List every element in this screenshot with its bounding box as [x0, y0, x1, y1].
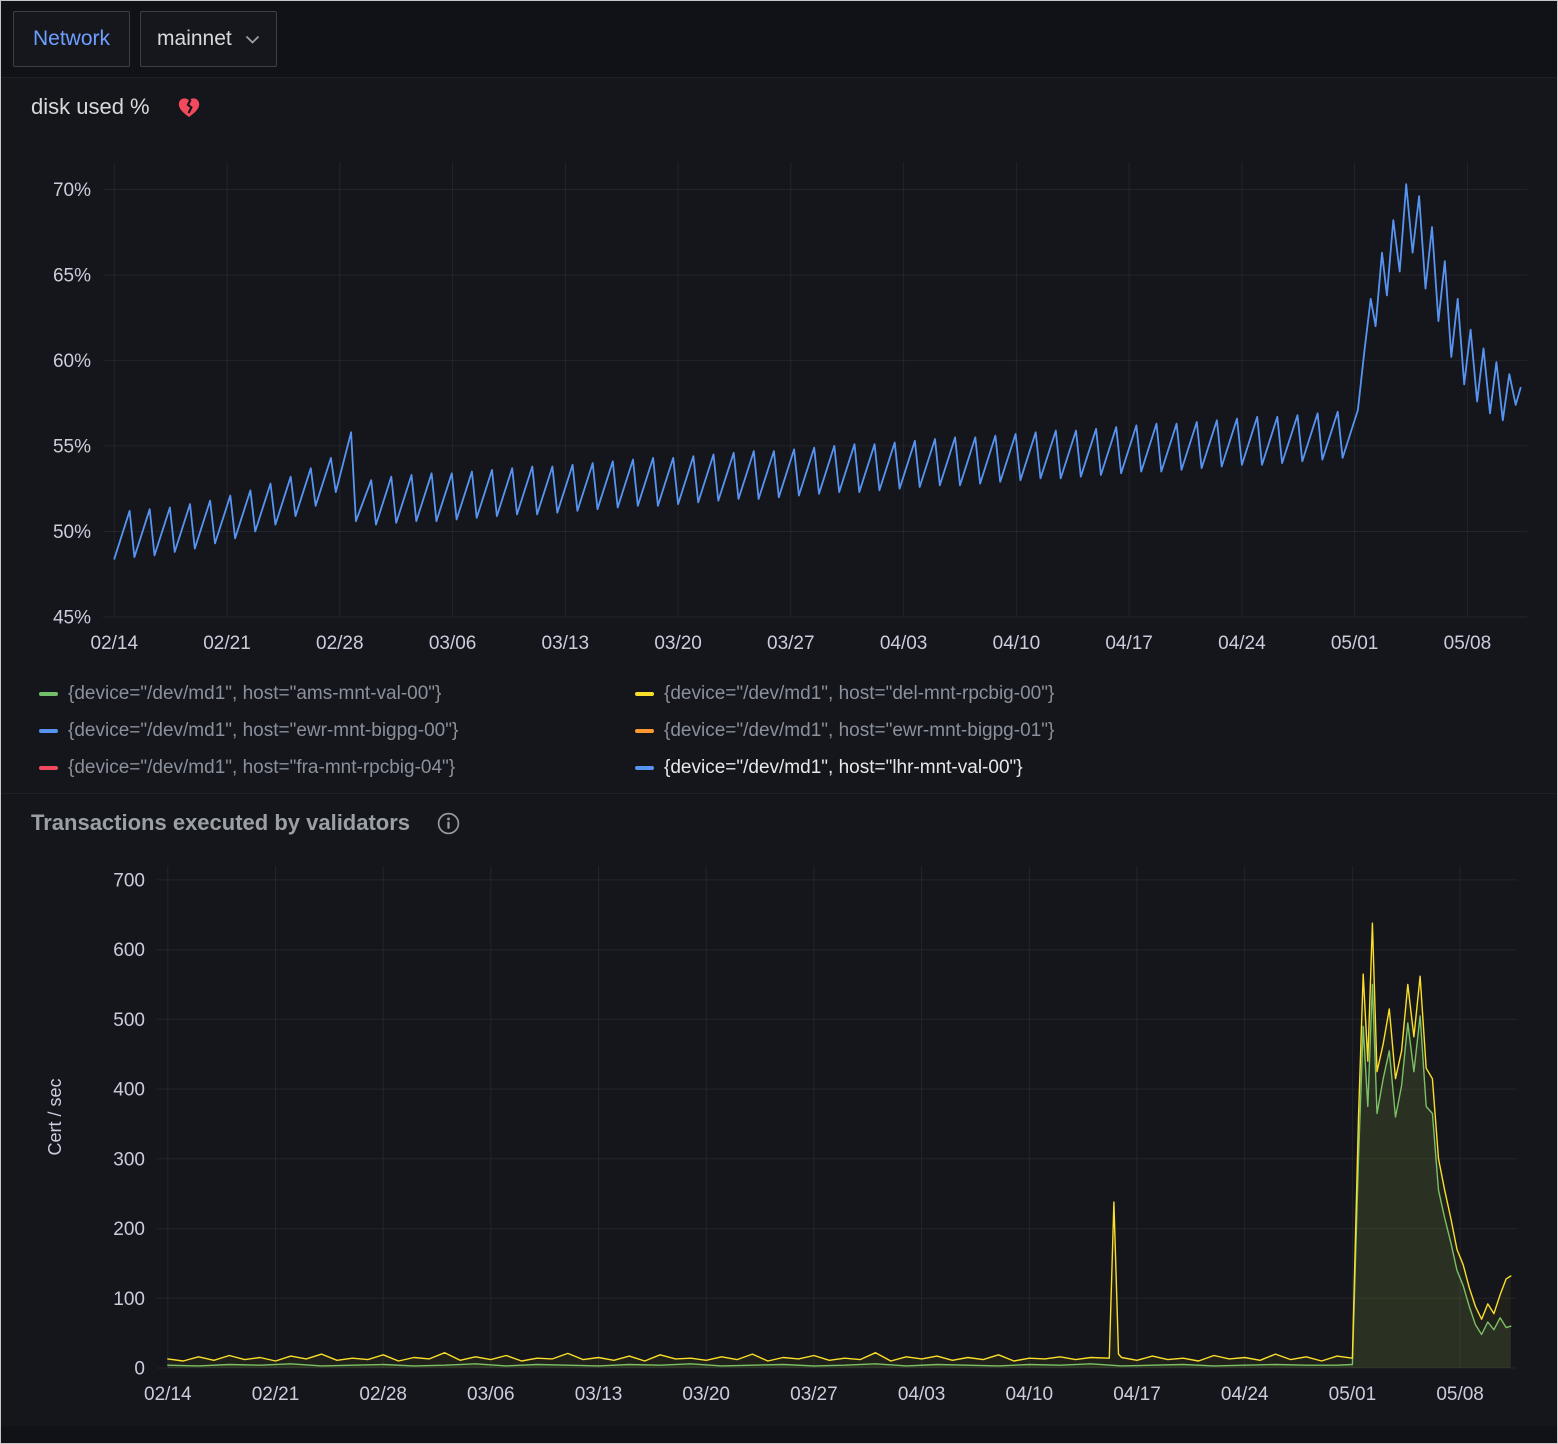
svg-text:200: 200 [113, 1219, 145, 1240]
svg-text:70%: 70% [53, 180, 91, 201]
alerting-broken-heart-icon [176, 94, 202, 120]
y-axis-labels: 45% 50% 55% 60% 65% 70% [53, 180, 91, 629]
legend-series-color [635, 766, 654, 770]
legend-item-2[interactable]: {device="/dev/md1", host="ewr-mnt-bigpg-… [39, 720, 635, 742]
svg-text:03/06: 03/06 [467, 1384, 515, 1405]
legend-item-1[interactable]: {device="/dev/md1", host="del-mnt-rpcbig… [635, 683, 1541, 705]
legend-series-color [635, 729, 654, 733]
legend-series-color [39, 692, 58, 696]
network-variable-dropdown[interactable]: mainnet [140, 11, 277, 67]
x-axis-labels: 02/14 02/21 02/28 03/06 03/13 03/20 03/27 04/03… [91, 633, 1492, 654]
legend-item-4[interactable]: {device="/dev/md1", host="fra-mnt-rpcbig… [39, 757, 635, 779]
svg-text:05/01: 05/01 [1331, 633, 1379, 654]
series-line-1 [168, 923, 1511, 1361]
network-variable-label: Network [13, 11, 130, 67]
svg-text:500: 500 [113, 1010, 145, 1031]
svg-text:02/14: 02/14 [91, 633, 139, 654]
legend-series-label: {device="/dev/md1", host="ewr-mnt-bigpg-… [664, 720, 1054, 742]
svg-text:04/10: 04/10 [993, 633, 1041, 654]
dashboard-controls: Network mainnet [1, 1, 1557, 77]
svg-text:04/17: 04/17 [1113, 1384, 1161, 1405]
svg-text:03/20: 03/20 [682, 1384, 730, 1405]
svg-text:03/13: 03/13 [575, 1384, 623, 1405]
gridlines [103, 162, 1527, 617]
svg-text:04/24: 04/24 [1221, 1384, 1269, 1405]
disk-used-chart[interactable]: 45% 50% 55% 60% 65% 70% 02/14 02/21 02/28 03/06 03… [17, 126, 1543, 671]
svg-text:04/03: 04/03 [898, 1384, 946, 1405]
svg-text:50%: 50% [53, 522, 91, 543]
panel-disk-used-header: disk used % [17, 86, 1541, 126]
svg-text:03/06: 03/06 [429, 633, 477, 654]
legend-series-color [39, 729, 58, 733]
network-variable-value: mainnet [157, 27, 232, 51]
svg-text:03/20: 03/20 [654, 633, 702, 654]
chevron-down-icon [245, 35, 260, 44]
legend-series-label: {device="/dev/md1", host="del-mnt-rpcbig… [664, 683, 1054, 705]
svg-text:100: 100 [113, 1289, 145, 1310]
svg-text:05/08: 05/08 [1444, 633, 1492, 654]
y-axis-title: Cert / sec [45, 1078, 65, 1155]
series-area-1 [168, 923, 1511, 1368]
svg-text:600: 600 [113, 940, 145, 961]
svg-text:02/21: 02/21 [203, 633, 251, 654]
series-area-0 [168, 985, 1511, 1369]
svg-text:0: 0 [134, 1359, 145, 1380]
legend-item-3[interactable]: {device="/dev/md1", host="ewr-mnt-bigpg-… [635, 720, 1541, 742]
svg-text:02/28: 02/28 [316, 633, 364, 654]
panel-title-disk-used[interactable]: disk used % [31, 94, 150, 120]
svg-text:60%: 60% [53, 351, 91, 372]
svg-text:45%: 45% [53, 608, 91, 629]
svg-text:700: 700 [113, 870, 145, 891]
legend-series-label: {device="/dev/md1", host="ewr-mnt-bigpg-… [68, 720, 458, 742]
svg-text:05/08: 05/08 [1436, 1384, 1484, 1405]
svg-text:03/13: 03/13 [542, 633, 590, 654]
series-line-0 [168, 985, 1511, 1366]
panel-transactions-header: Transactions executed by validators [17, 802, 1541, 842]
svg-text:03/27: 03/27 [790, 1384, 838, 1405]
svg-text:05/01: 05/01 [1329, 1384, 1377, 1405]
disk-used-legend: {device="/dev/md1", host="ams-mnt-val-00… [17, 671, 1541, 791]
grafana-dashboard: Network mainnet disk used % 45% 50% 55% 60%… [1, 1, 1557, 1426]
legend-series-color [635, 692, 654, 696]
svg-text:55%: 55% [53, 436, 91, 457]
svg-text:04/10: 04/10 [1006, 1384, 1054, 1405]
legend-series-label: {device="/dev/md1", host="ams-mnt-val-00… [68, 683, 441, 705]
transactions-chart[interactable]: 0 100 200 300 400 500 600 700 02/14 02/21 02/28 03/… [17, 842, 1543, 1424]
y-axis-labels: 0 100 200 300 400 500 600 700 [113, 870, 145, 1379]
svg-text:300: 300 [113, 1149, 145, 1170]
svg-text:04/03: 04/03 [880, 633, 928, 654]
legend-series-color [39, 766, 58, 770]
legend-series-label: {device="/dev/md1", host="fra-mnt-rpcbig… [68, 757, 455, 779]
panel-transactions: Transactions executed by validators 0 100… [1, 793, 1557, 1426]
panel-disk-used: disk used % 45% 50% 55% 60% 65% 70% 02/14 02/21… [1, 77, 1557, 793]
svg-text:02/14: 02/14 [144, 1384, 192, 1405]
legend-item-5[interactable]: {device="/dev/md1", host="lhr-mnt-val-00… [635, 757, 1541, 779]
svg-text:400: 400 [113, 1080, 145, 1101]
svg-text:02/28: 02/28 [359, 1384, 407, 1405]
series-line-0 [114, 184, 1520, 559]
x-axis-labels: 02/14 02/21 02/28 03/06 03/13 03/20 03/27 04/03… [144, 1384, 1484, 1405]
info-circle-icon[interactable] [436, 811, 461, 836]
svg-text:02/21: 02/21 [252, 1384, 300, 1405]
svg-text:65%: 65% [53, 265, 91, 286]
legend-item-0[interactable]: {device="/dev/md1", host="ams-mnt-val-00… [39, 683, 635, 705]
gridlines [157, 866, 1517, 1368]
svg-text:04/17: 04/17 [1105, 633, 1153, 654]
svg-text:04/24: 04/24 [1218, 633, 1266, 654]
legend-series-label: {device="/dev/md1", host="lhr-mnt-val-00… [664, 757, 1023, 779]
svg-text:03/27: 03/27 [767, 633, 815, 654]
panel-title-transactions[interactable]: Transactions executed by validators [31, 810, 410, 836]
